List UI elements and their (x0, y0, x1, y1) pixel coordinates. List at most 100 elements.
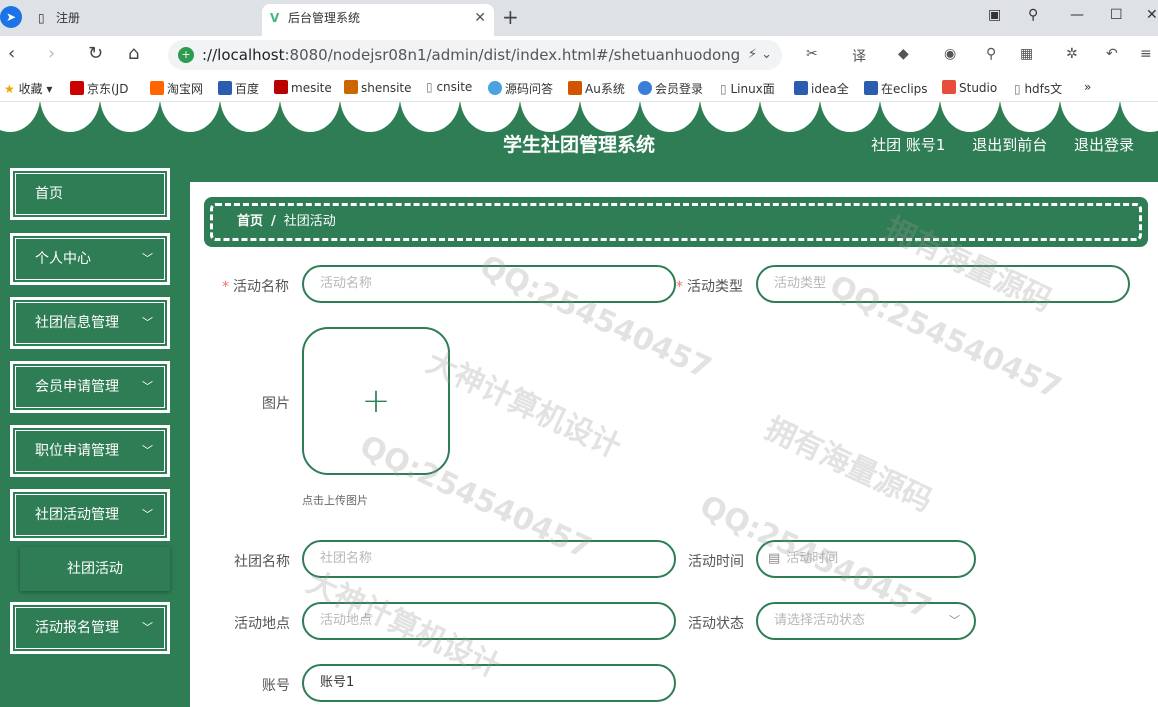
bookmark-item[interactable]: 源码问答 (488, 80, 553, 97)
bookmark-item[interactable]: 会员登录 (638, 80, 703, 97)
gamepad-icon[interactable]: ◉ (944, 46, 956, 62)
bookmark-item[interactable]: mesite (274, 80, 332, 95)
label-text: 活动类型 (687, 279, 743, 295)
apps-icon[interactable]: ▦ (1020, 46, 1033, 62)
reload-icon[interactable]: ↻ (88, 42, 103, 66)
url-actions-icon[interactable]: ⚡ ⌄ (748, 40, 772, 70)
baidu-icon (864, 81, 878, 95)
watermark-text: 拥有海量源码 (759, 411, 938, 520)
page-icon: ▯ (38, 11, 45, 25)
chevron-down-icon: ﹀ (142, 252, 153, 265)
url-input[interactable]: + ://localhost:8080/nodejsr08n1/admin/di… (168, 40, 782, 70)
sidebar-item-member-apply[interactable]: 会员申请管理 ﹀ (10, 361, 170, 413)
close-tab-icon[interactable]: ✕ (474, 4, 486, 32)
bookmark-label: shensite (361, 81, 412, 95)
bookmark-item[interactable]: Studio (942, 80, 997, 95)
bookmark-label: 京东(JD (87, 82, 129, 96)
sidebar-item-activity-manage[interactable]: 社团活动管理 ﹀ (10, 489, 170, 541)
star-icon: ★ (4, 82, 15, 96)
breadcrumb-inner: 首页 / 社团活动 (210, 203, 1142, 241)
sidebar-subitem-activity[interactable]: 社团活动 (20, 547, 170, 591)
cloud-icon (638, 81, 652, 95)
minimize-icon[interactable]: — (1070, 4, 1084, 26)
breadcrumb: 首页 / 社团活动 (204, 197, 1148, 247)
back-icon[interactable]: ‹ (8, 42, 15, 66)
shirt-icon[interactable]: ⚲ (1028, 4, 1038, 26)
bookmark-item[interactable]: 在eclips (864, 80, 928, 97)
bookmark-item[interactable]: ▯ cnsite (426, 80, 472, 94)
upload-tip: 点击上传图片 (302, 494, 368, 507)
sidebar-item-label: 个人中心 (35, 251, 91, 267)
activity-name-input[interactable]: 活动名称 (302, 265, 676, 303)
bookmark-item[interactable]: ▯ hdfs文 (1014, 80, 1062, 97)
bookmark-item[interactable]: 百度 (218, 80, 259, 97)
translate-icon[interactable]: 译 (852, 46, 866, 66)
scallop-shape (1120, 102, 1158, 132)
home-icon[interactable]: ⌂ (128, 42, 139, 66)
account-label: 账号 (262, 678, 290, 694)
sidebar: 首页 个人中心 ﹀ 社团信息管理 ﹀ 会员申请管理 ﹀ 职位申请管理 ﹀ 社团活动管理 ﹀… (0, 168, 190, 707)
scallop-shape (520, 102, 580, 132)
tab-count-icon[interactable]: ▣ (988, 4, 1001, 26)
placeholder-text: 社团名称 (320, 551, 373, 566)
chevron-down-icon: ﹀ (949, 614, 960, 627)
activity-time-label: 活动时间 (688, 554, 744, 570)
activity-time-input[interactable]: ▤ 活动时间 (756, 540, 976, 578)
menu-icon[interactable]: ≡ (1140, 46, 1152, 62)
sidebar-item-club-info[interactable]: 社团信息管理 ﹀ (10, 297, 170, 349)
maximize-icon[interactable]: ☐ (1110, 4, 1123, 26)
scallop-shape (1000, 102, 1060, 132)
url-path: :8080/nodejsr08n1/admin/dist/index.html#… (284, 46, 741, 64)
image-upload[interactable]: + (302, 327, 450, 475)
back-to-front-link[interactable]: 退出到前台 (972, 136, 1047, 154)
browser-tab-admin[interactable]: V 后台管理系统 ✕ (262, 4, 494, 36)
activity-type-input[interactable]: 活动类型 (756, 265, 1130, 303)
scallop-shape (0, 102, 40, 132)
sidebar-item-label: 社团活动 (67, 561, 123, 577)
account-input[interactable]: 账号1 (302, 664, 676, 702)
sidebar-item-label: 社团活动管理 (35, 507, 119, 523)
bookmark-item[interactable]: shensite (344, 80, 412, 95)
sidebar-item-home[interactable]: 首页 (10, 168, 170, 220)
browser-tab-register[interactable]: ▯ 注册 (30, 4, 262, 36)
doc-icon: ▯ (720, 82, 727, 96)
site-icon (942, 80, 956, 94)
chevron-up-icon: ﹀ (142, 508, 153, 521)
tab-label: 注册 (56, 11, 81, 25)
header-links: 社团 账号1 退出到前台 退出登录 (849, 134, 1134, 155)
forward-icon[interactable]: › (48, 42, 55, 66)
more-bookmarks-icon[interactable]: » (1084, 80, 1091, 94)
bookmark-item[interactable]: 京东(JD (70, 80, 128, 97)
scallop-shape (160, 102, 220, 132)
breadcrumb-home[interactable]: 首页 (237, 214, 263, 229)
bookmark-label: Studio (959, 81, 998, 95)
location-input[interactable]: 活动地点 (302, 602, 676, 640)
sidebar-item-label: 社团信息管理 (35, 315, 119, 331)
bookmark-item[interactable]: idea全 (794, 80, 849, 97)
required-mark: * (222, 279, 229, 295)
logout-link[interactable]: 退出登录 (1074, 136, 1134, 154)
site-icon (568, 81, 582, 95)
site-icon (488, 81, 502, 95)
sidebar-item-position-apply[interactable]: 职位申请管理 ﹀ (10, 425, 170, 477)
bookmark-item[interactable]: Au系统 (568, 80, 625, 97)
status-select[interactable]: 请选择活动状态 ﹀ (756, 602, 976, 640)
sidebar-item-personal-center[interactable]: 个人中心 ﹀ (10, 233, 170, 285)
club-name-input[interactable]: 社团名称 (302, 540, 676, 578)
undo-icon[interactable]: ↶ (1106, 46, 1118, 62)
shield-icon[interactable]: ◆ (898, 46, 909, 62)
tab-label: 后台管理系统 (288, 11, 361, 25)
search-icon[interactable]: ⚲ (986, 46, 996, 62)
bookmark-label: 会员登录 (655, 82, 704, 96)
bookmark-item[interactable]: 淘宝网 (150, 80, 203, 97)
bookmark-label: 在eclips (881, 82, 928, 96)
close-window-icon[interactable]: ✕ (1146, 4, 1158, 26)
sidebar-item-signup-manage[interactable]: 活动报名管理 ﹀ (10, 602, 170, 654)
bookmark-label: 收藏 (18, 82, 43, 96)
settings-icon[interactable]: ✲ (1066, 46, 1078, 62)
new-tab-icon[interactable]: + (502, 4, 519, 30)
scissors-icon[interactable]: ✂ (806, 46, 818, 62)
bookmark-item[interactable]: ▯ Linux面 (720, 80, 775, 97)
bookmark-item[interactable]: ★ 收藏 ▾ (4, 80, 52, 97)
location-label: 活动地点 (234, 616, 290, 632)
